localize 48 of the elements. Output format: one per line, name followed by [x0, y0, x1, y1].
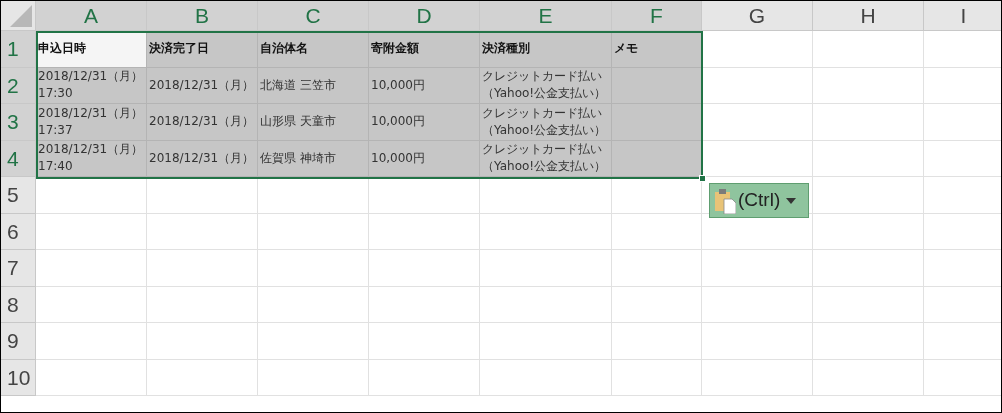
table-cell[interactable]: 10,000円: [369, 104, 480, 141]
column-header[interactable]: G: [702, 1, 813, 31]
table-cell[interactable]: 10,000円: [369, 140, 480, 177]
table-cell[interactable]: 2018/12/31（月） 17:37: [36, 104, 147, 141]
table-cell[interactable]: 寄附金額: [369, 31, 480, 68]
column-header[interactable]: F: [612, 1, 702, 31]
table-cell[interactable]: 10,000円: [369, 67, 480, 104]
table-cell[interactable]: 決済完了日: [147, 31, 258, 68]
table-cell[interactable]: 北海道 三笠市: [258, 67, 369, 104]
table-cell[interactable]: 2018/12/31（月）: [147, 67, 258, 104]
row-header[interactable]: 3: [1, 104, 36, 141]
table-cell[interactable]: 2018/12/31（月） 17:30: [36, 67, 147, 104]
row-header[interactable]: 5: [1, 177, 36, 214]
table-cell[interactable]: クレジットカード払い （Yahoo!公金支払い）: [480, 104, 612, 141]
column-header[interactable]: A: [36, 1, 147, 31]
table-cell[interactable]: メモ: [612, 31, 702, 68]
table-cell[interactable]: 2018/12/31（月） 17:40: [36, 140, 147, 177]
select-all-icon[interactable]: [10, 5, 32, 27]
fill-handle[interactable]: [699, 175, 706, 182]
row-header[interactable]: 8: [1, 286, 36, 323]
row-header[interactable]: 9: [1, 323, 36, 360]
row-header[interactable]: 4: [1, 140, 36, 177]
table-cell[interactable]: [612, 140, 702, 177]
row-header[interactable]: 1: [1, 31, 36, 68]
row-header[interactable]: 10: [1, 359, 36, 396]
table-cell[interactable]: 佐賀県 神埼市: [258, 140, 369, 177]
column-header[interactable]: B: [147, 1, 258, 31]
table-cell[interactable]: [612, 104, 702, 141]
row-header[interactable]: 2: [1, 67, 36, 104]
table-cell[interactable]: 2018/12/31（月）: [147, 140, 258, 177]
column-header[interactable]: C: [258, 1, 369, 31]
column-header[interactable]: H: [813, 1, 924, 31]
table-cell[interactable]: 申込日時: [36, 31, 147, 68]
caret-icon: [786, 197, 797, 204]
table-cell[interactable]: クレジットカード払い （Yahoo!公金支払い）: [480, 140, 612, 177]
table-cell[interactable]: クレジットカード払い （Yahoo!公金支払い）: [480, 67, 612, 104]
clipboard-icon: [714, 187, 736, 214]
table-cell[interactable]: 山形県 天童市: [258, 104, 369, 141]
row-header[interactable]: 6: [1, 213, 36, 250]
table-cell[interactable]: [612, 67, 702, 104]
column-header[interactable]: I: [924, 1, 1001, 31]
paste-options-menu[interactable]: (Ctrl): [709, 183, 809, 218]
column-header[interactable]: E: [480, 1, 612, 31]
table-cell[interactable]: 自治体名: [258, 31, 369, 68]
column-header[interactable]: D: [369, 1, 480, 31]
table-cell[interactable]: 決済種別: [480, 31, 612, 68]
table-cell[interactable]: 2018/12/31（月）: [147, 104, 258, 141]
row-header[interactable]: 7: [1, 250, 36, 287]
